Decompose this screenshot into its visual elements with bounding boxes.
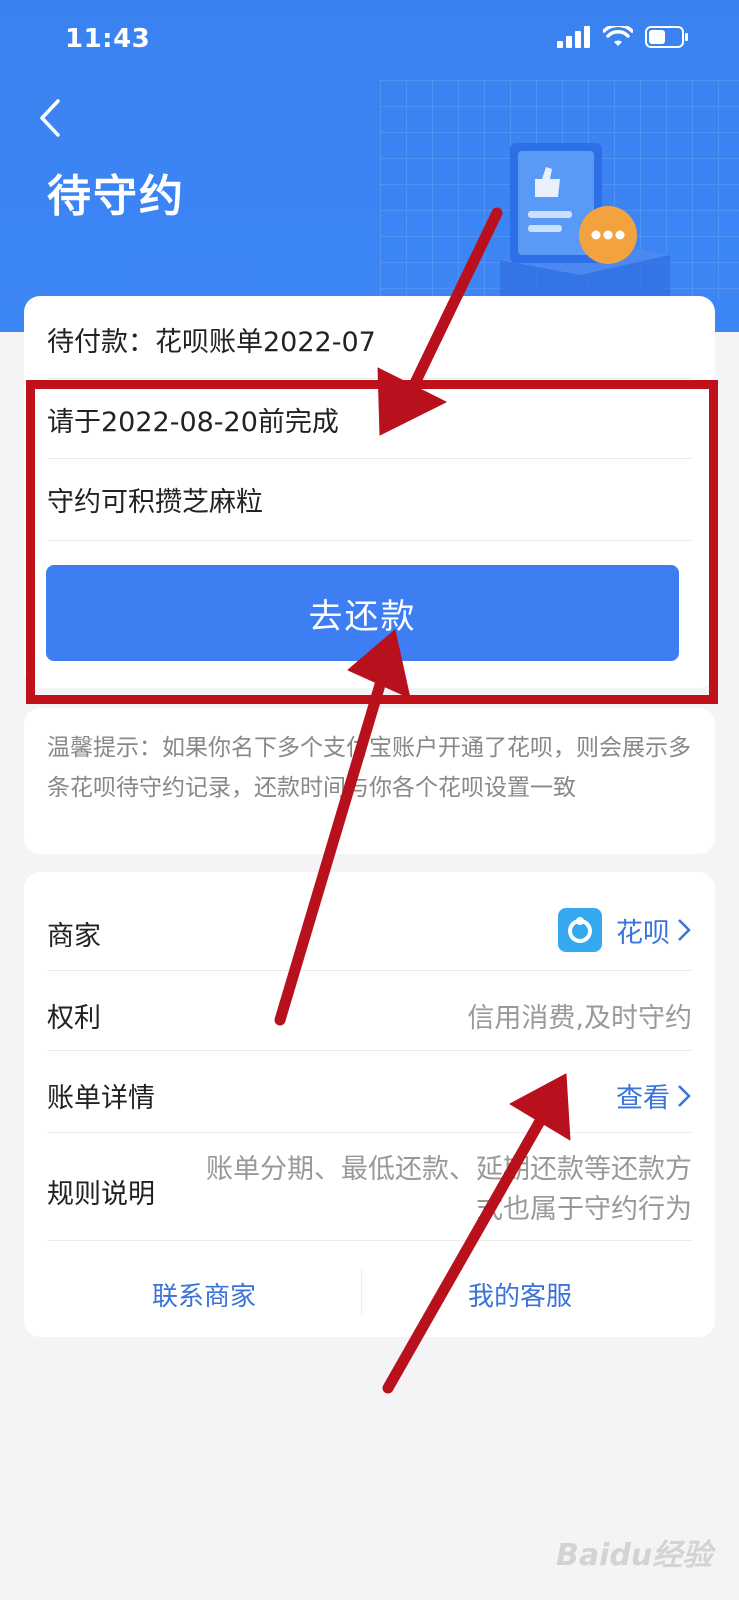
chevron-right-icon bbox=[678, 1084, 691, 1107]
back-arrow-icon[interactable] bbox=[36, 98, 66, 138]
divider bbox=[47, 970, 692, 971]
chevron-right-icon bbox=[678, 919, 691, 941]
wifi-icon bbox=[603, 26, 633, 46]
contract-illustration-icon bbox=[500, 143, 670, 305]
divider bbox=[47, 378, 692, 379]
baidu-watermark: Baidu经验 bbox=[556, 1538, 713, 1573]
rules-label: 规则说明 bbox=[47, 1179, 155, 1210]
info-card: 商家 花呗 权利 信用消费,及时守约 账单详情 查看 规则说明 账单分期、最低还… bbox=[24, 872, 715, 1337]
status-bar: 11:43 bbox=[0, 0, 739, 80]
divider bbox=[47, 1132, 692, 1133]
bill-detail-link[interactable]: 查看 bbox=[616, 1076, 692, 1115]
tip-text: 温馨提示：如果你名下多个支付宝账户开通了花呗，则会展示多条花呗待守约记录，还款时… bbox=[47, 735, 691, 801]
divider bbox=[47, 1240, 692, 1241]
signal-icon bbox=[557, 26, 590, 48]
huabei-logo-icon bbox=[558, 908, 602, 952]
bill-detail-value: 查看 bbox=[616, 1083, 670, 1114]
battery-icon bbox=[645, 26, 688, 48]
rights-label: 权利 bbox=[47, 1003, 101, 1034]
divider bbox=[47, 1050, 692, 1051]
status-time: 11:43 bbox=[65, 24, 151, 54]
merchant-value: 花呗 bbox=[616, 917, 670, 949]
contact-merchant-link[interactable]: 联系商家 bbox=[46, 1276, 362, 1313]
tip-card: 温馨提示：如果你名下多个支付宝账户开通了花呗，则会展示多条花呗待守约记录，还款时… bbox=[24, 708, 715, 854]
pending-payment-text: 待付款：花呗账单2022-07 bbox=[47, 327, 376, 358]
status-icons bbox=[557, 26, 689, 48]
merchant-link[interactable]: 花呗 bbox=[558, 908, 692, 952]
my-service-link[interactable]: 我的客服 bbox=[362, 1276, 678, 1313]
rules-value: 账单分期、最低还款、延期还款等还款方式也属于守约行为 bbox=[206, 1154, 692, 1225]
annotation-highlight-box bbox=[26, 380, 718, 704]
page-title: 待守约 bbox=[47, 171, 185, 222]
bill-detail-label: 账单详情 bbox=[47, 1083, 155, 1114]
rights-value: 信用消费,及时守约 bbox=[467, 1003, 692, 1034]
merchant-label: 商家 bbox=[47, 921, 101, 952]
